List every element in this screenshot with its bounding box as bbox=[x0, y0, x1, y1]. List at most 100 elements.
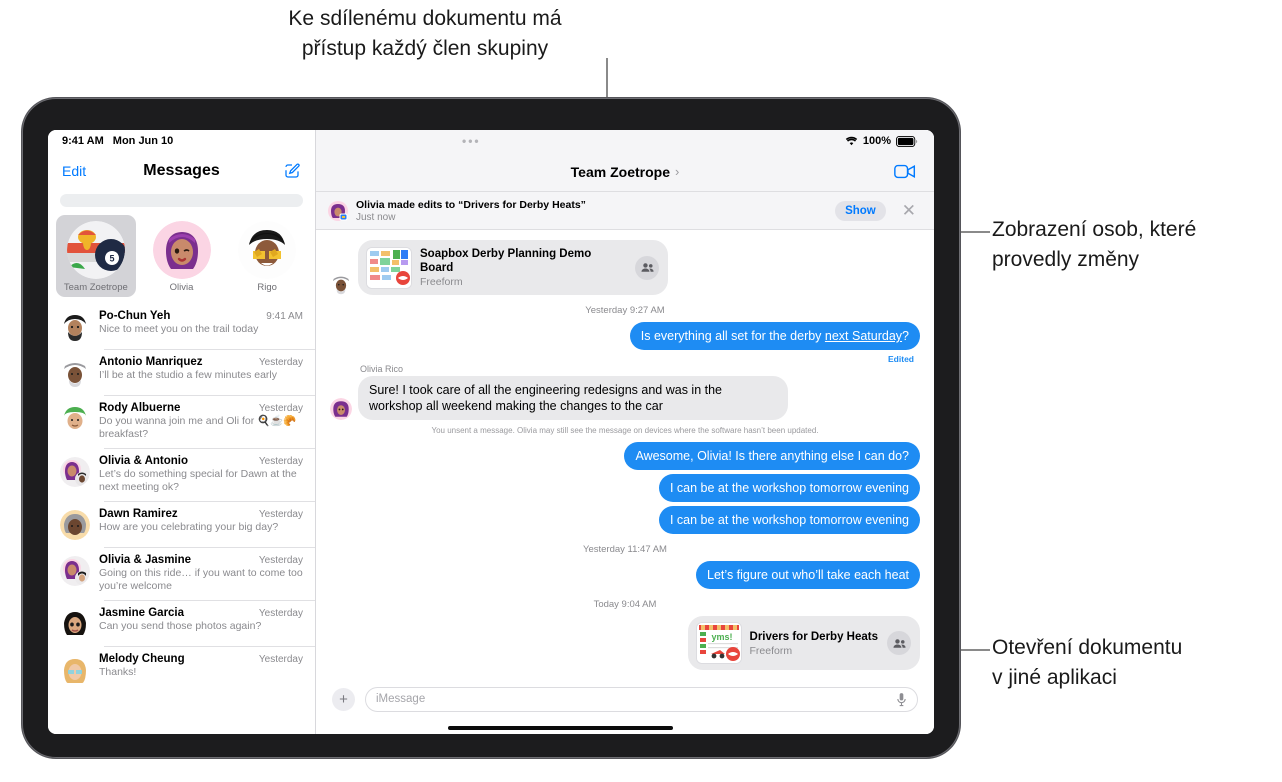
page-title: Messages bbox=[143, 162, 220, 179]
pinned-conversations: 5 Team Zoetrope Olivia Rigo bbox=[48, 215, 315, 303]
pinned-item-label: Rigo bbox=[257, 282, 277, 293]
imessage-placeholder: iMessage bbox=[376, 693, 426, 705]
list-item-preview: Nice to meet you on the trail today bbox=[99, 323, 259, 335]
show-button[interactable]: Show bbox=[835, 200, 886, 221]
home-indicator[interactable] bbox=[316, 722, 934, 734]
svg-text:yms!: yms! bbox=[711, 632, 732, 642]
document-thumbnail bbox=[367, 247, 411, 288]
thread-navbar: Team Zoetrope › bbox=[316, 152, 934, 192]
ipad-device-frame: 9:41 AM Mon Jun 10 Edit Messages 5 Team … bbox=[22, 98, 960, 758]
avatar bbox=[60, 358, 90, 388]
list-item-name: Antonio Manriquez bbox=[99, 356, 203, 368]
document-title: Drivers for Derby Heats bbox=[749, 630, 878, 643]
avatar bbox=[328, 200, 348, 221]
edit-button[interactable]: Edit bbox=[62, 163, 86, 179]
list-item-name: Jasmine Garcia bbox=[99, 607, 185, 619]
list-item[interactable]: Dawn Ramirez Yesterday How are you celeb… bbox=[48, 501, 315, 547]
pinned-item-rigo[interactable]: Rigo bbox=[227, 215, 307, 297]
imessage-input[interactable]: iMessage bbox=[365, 686, 918, 712]
document-title: Soapbox Derby Planning Demo Board bbox=[420, 248, 592, 274]
message-bubble-outgoing[interactable]: Awesome, Olivia! Is there anything else … bbox=[624, 442, 920, 470]
message-row: Let’s figure out who’ll take each heat bbox=[330, 561, 920, 589]
microphone-icon[interactable] bbox=[896, 692, 907, 707]
avatar bbox=[60, 556, 90, 586]
pinned-item-olivia[interactable]: Olivia bbox=[142, 215, 222, 297]
list-item-time: Yesterday bbox=[258, 654, 303, 665]
message-bubble-outgoing[interactable]: I can be at the workshop tomorrow evenin… bbox=[658, 474, 920, 502]
svg-text:5: 5 bbox=[109, 254, 114, 264]
close-icon[interactable]: ✕ bbox=[894, 201, 924, 221]
list-item[interactable]: Antonio Manriquez Yesterday I’ll be at t… bbox=[48, 349, 315, 395]
multitask-handle-icon[interactable]: ••• bbox=[462, 134, 481, 148]
avatar bbox=[60, 609, 90, 639]
banner-subtitle: Just now bbox=[356, 211, 396, 223]
shared-document-card[interactable]: yms! Drivers for Derby Heats Freeform bbox=[687, 616, 920, 670]
list-item-name: Melody Cheung bbox=[99, 653, 185, 665]
battery-percent-label: 100% bbox=[862, 135, 891, 147]
list-item[interactable]: Po-Chun Yeh 9:41 AM Nice to meet you on … bbox=[48, 303, 315, 349]
list-item-time: Yesterday bbox=[258, 456, 303, 467]
list-item-name: Olivia & Antonio bbox=[99, 455, 189, 467]
list-item-preview: Let’s do something special for Dawn at t… bbox=[99, 468, 297, 493]
list-item[interactable]: Olivia & Jasmine Yesterday Going on this… bbox=[48, 547, 315, 600]
list-item-name: Po-Chun Yeh bbox=[99, 310, 171, 322]
document-thumbnail: yms! bbox=[696, 623, 741, 663]
banner-title: Olivia made edits to “Drivers for Derby … bbox=[356, 198, 586, 211]
list-item-preview: Thanks! bbox=[99, 666, 137, 678]
list-item-preview: Do you wanna join me and Oli for 🍳☕🥐 bre… bbox=[99, 415, 297, 440]
list-item[interactable]: Rody Albuerne Yesterday Do you wanna joi… bbox=[48, 395, 315, 448]
people-icon[interactable] bbox=[635, 255, 659, 280]
list-item[interactable]: Jasmine Garcia Yesterday Can you send th… bbox=[48, 600, 315, 646]
wifi-icon bbox=[845, 136, 858, 146]
messages-sidebar: 9:41 AM Mon Jun 10 Edit Messages 5 Team … bbox=[48, 130, 316, 734]
avatar bbox=[152, 221, 211, 279]
avatar: 5 bbox=[66, 221, 125, 279]
search-input[interactable] bbox=[60, 194, 303, 207]
callout-right-lower-text: Otevření dokumentu v jiné aplikaci bbox=[992, 636, 1183, 689]
compose-icon[interactable] bbox=[283, 162, 301, 180]
avatar bbox=[60, 457, 90, 487]
pinned-item-team-zoetrope[interactable]: 5 Team Zoetrope bbox=[56, 215, 136, 297]
list-item-name: Rody Albuerne bbox=[99, 402, 181, 414]
timestamp: Yesterday 9:27 AM bbox=[585, 305, 665, 316]
message-row: I can be at the workshop tomorrow evenin… bbox=[330, 506, 920, 534]
banner-text: Olivia made edits to “Drivers for Derby … bbox=[356, 199, 827, 223]
message-bubble-outgoing[interactable]: Is everything all set for the derby next… bbox=[629, 322, 920, 350]
message-row: yms! Drivers for Derby Heats Freeform bbox=[330, 616, 920, 670]
list-item-time: Yesterday bbox=[258, 403, 303, 414]
message-bubble-outgoing[interactable]: Let’s figure out who’ll take each heat bbox=[696, 561, 920, 589]
shared-document-card[interactable]: Soapbox Derby Planning Demo Board Freefo… bbox=[358, 240, 668, 295]
list-item-time: 9:41 AM bbox=[266, 311, 303, 322]
callout-top-text: Ke sdílenému dokumentu má přístup každý … bbox=[288, 7, 562, 60]
list-item-time: Yesterday bbox=[258, 555, 303, 566]
conversation-pane: ••• 100% Team Zoetrope › Olivia made edi… bbox=[316, 130, 934, 734]
facetime-video-icon[interactable] bbox=[894, 164, 916, 179]
chevron-right-icon[interactable]: › bbox=[675, 164, 679, 179]
message-composer: + iMessage bbox=[316, 676, 934, 722]
message-row: Is everything all set for the derby next… bbox=[330, 322, 920, 350]
edit-notification-banner: Olivia made edits to “Drivers for Derby … bbox=[316, 192, 934, 230]
message-sender-name: Olivia Rico bbox=[360, 364, 404, 374]
callout-right-upper-text: Zobrazení osob, které provedly změny bbox=[992, 218, 1197, 271]
people-icon[interactable] bbox=[887, 631, 911, 655]
list-item-preview: How are you celebrating your big day? bbox=[99, 521, 279, 533]
message-row: I can be at the workshop tomorrow evenin… bbox=[330, 474, 920, 502]
thread-title[interactable]: Team Zoetrope bbox=[571, 164, 670, 180]
message-list: Soapbox Derby Planning Demo Board Freefo… bbox=[316, 230, 934, 676]
list-item[interactable]: Melody Cheung Yesterday Thanks! bbox=[48, 646, 315, 692]
list-item-preview: I’ll be at the studio a few minutes earl… bbox=[99, 369, 278, 381]
list-item-preview: Can you send those photos again? bbox=[99, 620, 262, 632]
list-item-name: Dawn Ramirez bbox=[99, 508, 178, 520]
sidebar-status-bar: 9:41 AM Mon Jun 10 bbox=[48, 130, 315, 152]
timestamp: Yesterday 11:47 AM bbox=[583, 544, 667, 555]
plus-icon[interactable]: + bbox=[332, 687, 355, 711]
avatar bbox=[60, 312, 90, 342]
edited-label: Edited bbox=[888, 354, 914, 364]
list-item[interactable]: Olivia & Antonio Yesterday Let’s do some… bbox=[48, 448, 315, 501]
message-bubble-outgoing[interactable]: I can be at the workshop tomorrow evenin… bbox=[658, 506, 920, 534]
list-item-name: Olivia & Jasmine bbox=[99, 554, 192, 566]
list-item-time: Yesterday bbox=[258, 509, 303, 520]
ipad-screen: 9:41 AM Mon Jun 10 Edit Messages 5 Team … bbox=[48, 130, 934, 734]
message-bubble-incoming[interactable]: Sure! I took care of all the engineering… bbox=[358, 376, 788, 420]
callout-open-in-app: Otevření dokumentu v jiné aplikaci bbox=[992, 633, 1282, 693]
